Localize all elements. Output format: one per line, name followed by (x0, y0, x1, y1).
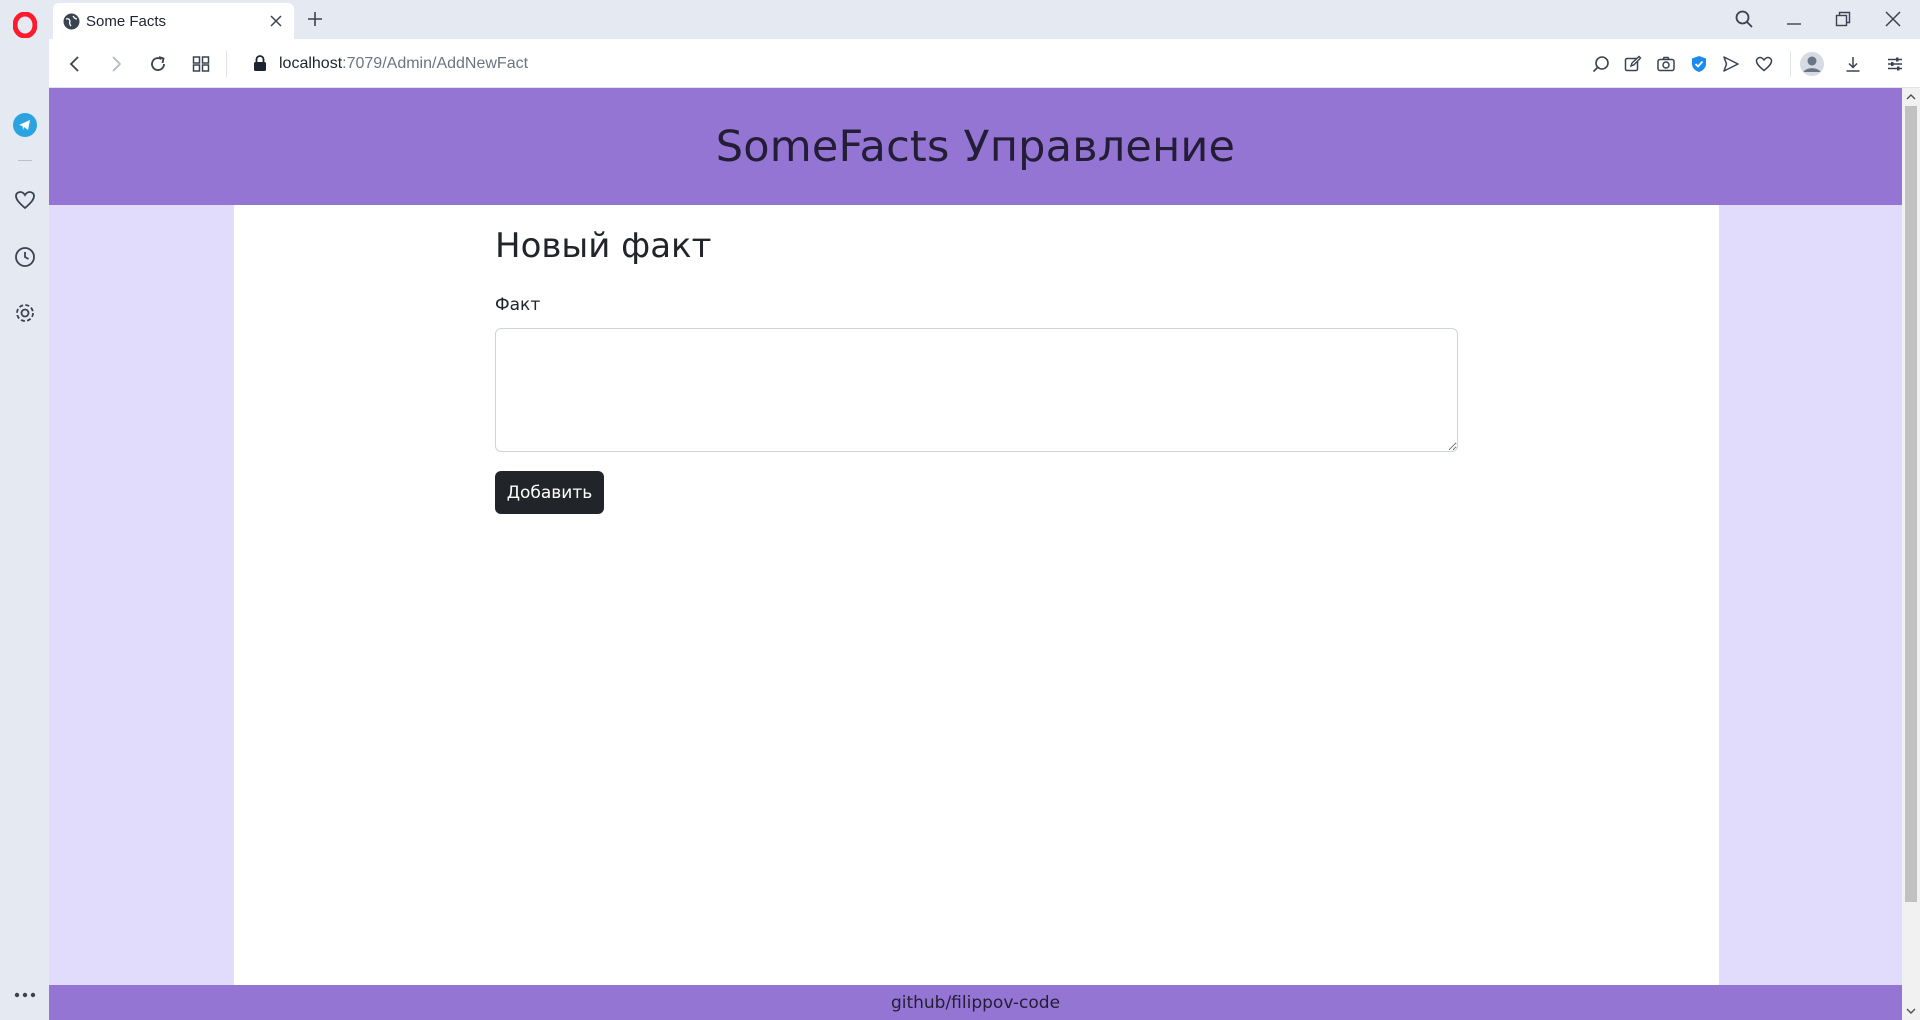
browser-toolbar: localhost:7079/Admin/AddNewFact (49, 39, 1920, 88)
page-scrollbar[interactable] (1902, 88, 1920, 1020)
edit-icon[interactable] (1620, 51, 1646, 77)
close-window-icon[interactable] (1880, 6, 1906, 32)
tabs-grid-icon[interactable] (188, 51, 214, 77)
fact-label: Факт (495, 295, 541, 315)
forward-icon[interactable] (103, 51, 129, 77)
minimize-icon[interactable] (1781, 6, 1807, 32)
easy-setup-icon[interactable] (1882, 51, 1908, 77)
tab-strip: Some Facts (49, 0, 1920, 39)
site-title: SomeFacts Управление (715, 121, 1236, 172)
heart-icon[interactable] (12, 187, 38, 213)
opera-sidebar (0, 0, 49, 1020)
site-header: SomeFacts Управление (49, 88, 1902, 205)
camera-icon[interactable] (1653, 51, 1679, 77)
sidebar-divider (18, 160, 32, 161)
add-button[interactable]: Добавить (495, 471, 604, 514)
history-icon[interactable] (12, 244, 38, 270)
restore-icon[interactable] (1830, 6, 1856, 32)
toolbar-separator (226, 51, 227, 77)
toolbar-separator (1790, 51, 1791, 77)
search-icon[interactable] (1731, 6, 1757, 32)
send-icon[interactable] (1718, 51, 1744, 77)
back-icon[interactable] (62, 51, 88, 77)
main-content: Новый факт Факт Добавить (234, 205, 1719, 985)
opera-logo-icon[interactable] (12, 12, 38, 38)
telegram-icon[interactable] (12, 112, 38, 138)
scroll-thumb[interactable] (1905, 106, 1917, 902)
scroll-down-arrow-icon[interactable] (1906, 1006, 1916, 1016)
page-heading: Новый факт (495, 226, 712, 266)
site-footer: github/filippov-code (49, 985, 1902, 1020)
url-path: :7079/Admin/AddNewFact (342, 55, 529, 72)
lock-icon[interactable] (253, 55, 267, 77)
fact-textarea[interactable] (495, 328, 1458, 452)
reload-icon[interactable] (145, 51, 171, 77)
vpn-shield-icon[interactable] (1686, 51, 1712, 77)
profile-icon[interactable] (1799, 51, 1825, 77)
lens-icon[interactable] (1588, 51, 1614, 77)
download-icon[interactable] (1840, 51, 1866, 77)
url-host: localhost (279, 55, 343, 72)
tab-title: Some Facts (86, 12, 167, 30)
close-icon[interactable] (266, 11, 286, 31)
page-viewport: SomeFacts Управление Новый факт Факт Доб… (49, 88, 1902, 1020)
scroll-up-arrow-icon[interactable] (1906, 92, 1916, 102)
settings-icon[interactable] (12, 300, 38, 326)
heart-icon[interactable] (1751, 51, 1777, 77)
globe-icon (63, 13, 80, 30)
tab-some-facts[interactable]: Some Facts (53, 3, 294, 39)
more-icon[interactable] (12, 982, 38, 1008)
footer-link[interactable]: github/filippov-code (891, 993, 1060, 1013)
address-bar[interactable]: localhost:7079/Admin/AddNewFact (243, 49, 1543, 79)
plus-icon[interactable] (304, 8, 326, 30)
